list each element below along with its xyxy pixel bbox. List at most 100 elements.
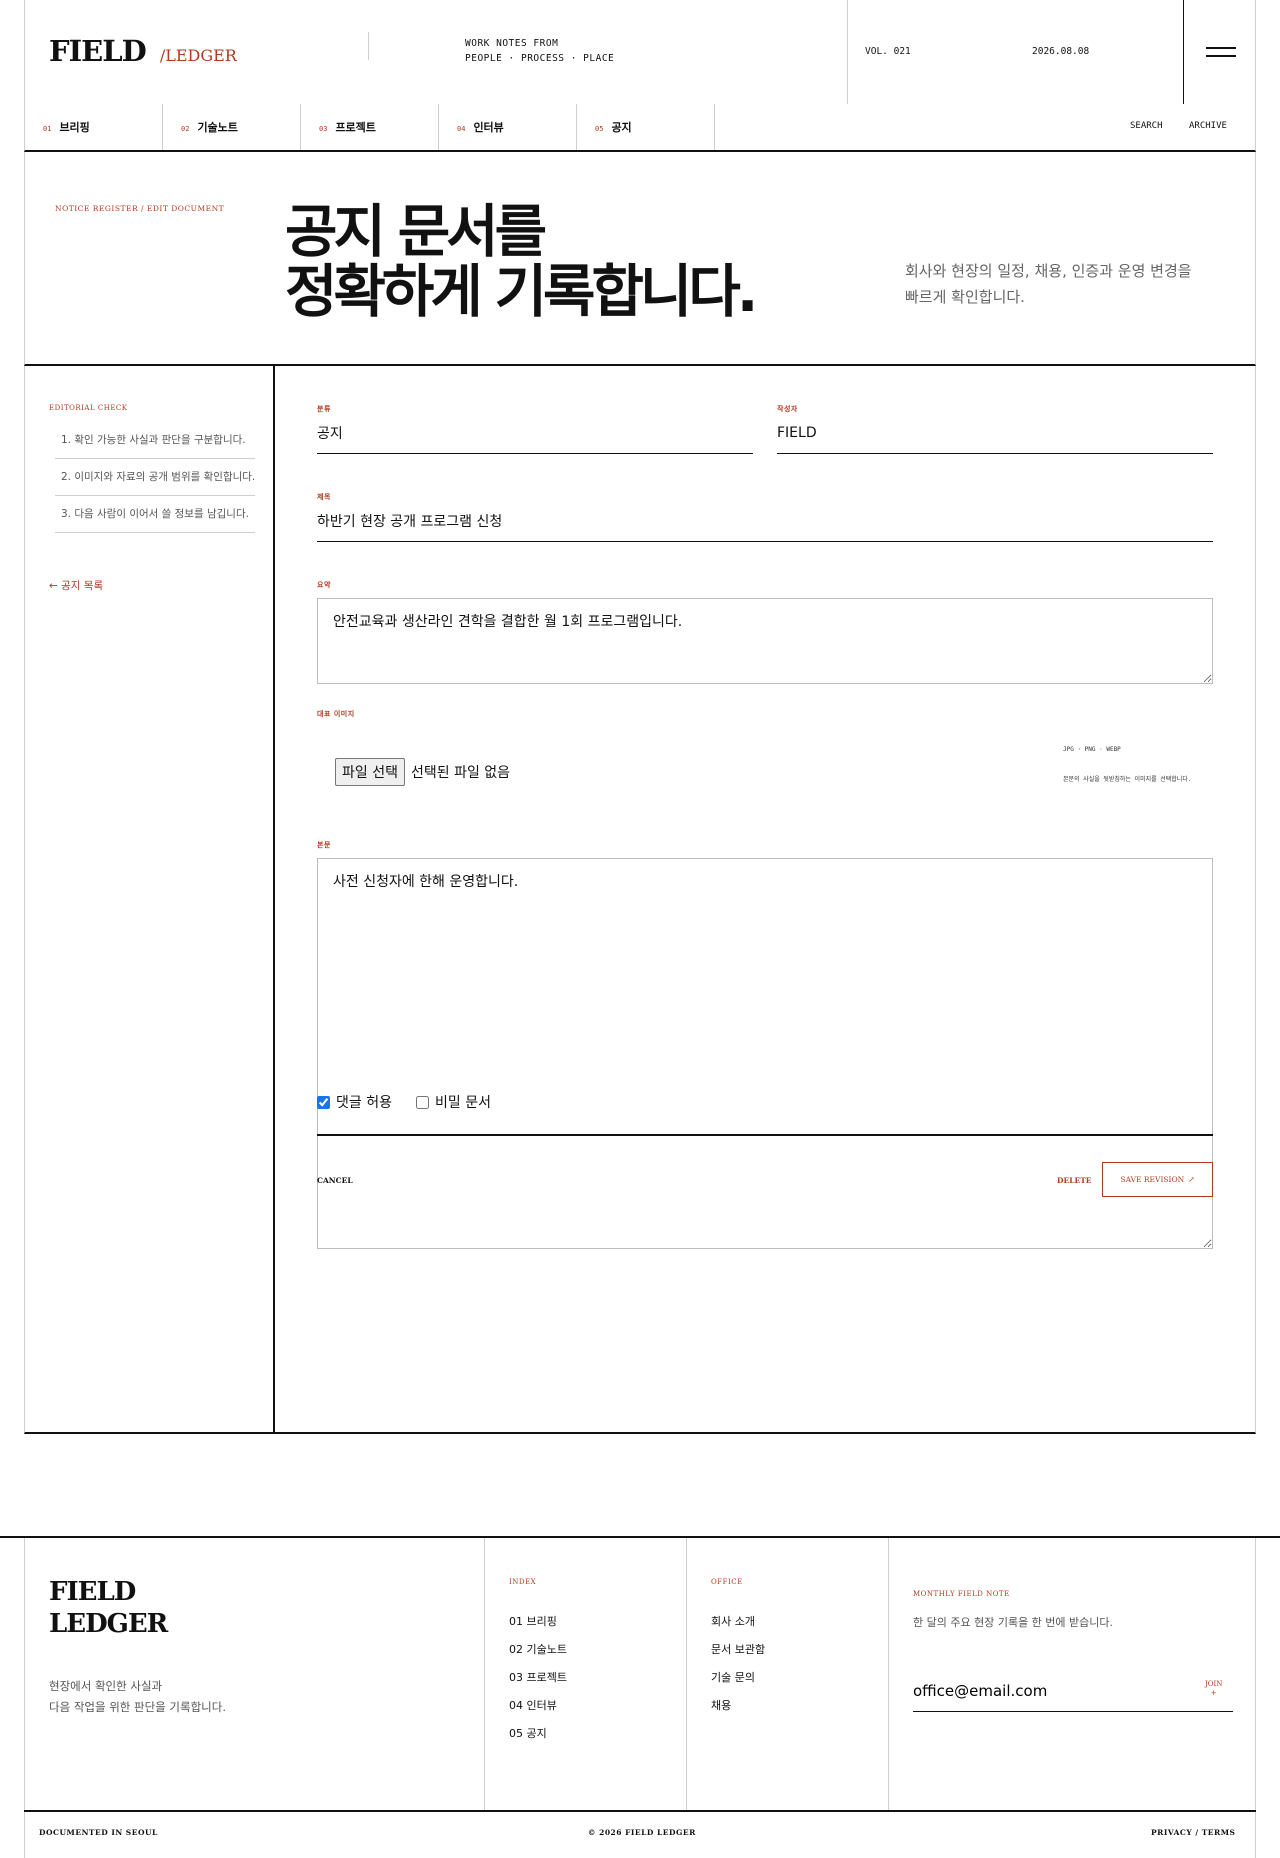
file-hint: 본문의 사실을 뒷받침하는 이미지를 선택합니다. xyxy=(1063,776,1192,783)
allow-comments-option[interactable]: 댓글 허용 xyxy=(317,1092,392,1112)
footer-office-link[interactable]: 회사 소개 xyxy=(711,1608,765,1636)
issue-date: 2026.08.08 xyxy=(1032,46,1090,57)
nav-num: 01 xyxy=(43,124,52,133)
footer-index-link[interactable]: 05 공지 xyxy=(509,1720,567,1748)
body-label: 본문 xyxy=(317,840,331,849)
footer-desc-line2: 다음 작업을 위한 판단을 기록합니다. xyxy=(49,1700,226,1714)
breadcrumb: NOTICE REGISTER / EDIT DOCUMENT xyxy=(55,204,225,213)
nav-label: 브리핑 xyxy=(59,121,90,134)
footer-desc-line1: 현장에서 확인한 사실과 xyxy=(49,1679,163,1693)
page-hero: NOTICE REGISTER / EDIT DOCUMENT 공지 문서를 정… xyxy=(24,152,1256,366)
footer-office-link[interactable]: 문서 보관함 xyxy=(711,1636,765,1664)
allow-comments-checkbox[interactable] xyxy=(317,1095,330,1109)
author-input[interactable] xyxy=(777,412,1213,454)
allow-comments-label: 댓글 허용 xyxy=(336,1095,392,1111)
brand-sub: /LEDGER xyxy=(159,46,237,65)
footer-copyright: © 2026 FIELD LEDGER xyxy=(588,1828,696,1837)
header-divider xyxy=(368,32,369,60)
title-line2: 정확하게 기록합니다. xyxy=(285,259,758,325)
main-nav: 01 브리핑 02 기술노트 03 프로젝트 04 인터뷰 05 공지 SEAR… xyxy=(24,104,1256,152)
newsletter-description: 한 달의 주요 현장 기록을 한 번에 받습니다. xyxy=(913,1616,1114,1629)
nav-num: 04 xyxy=(457,124,466,133)
footer-description: 현장에서 확인한 사실과 다음 작업을 위한 판단을 기록합니다. xyxy=(49,1676,226,1718)
hamburger-menu-icon[interactable] xyxy=(1183,0,1257,104)
footer-office-list: 회사 소개 문서 보관함 기술 문의 채용 xyxy=(711,1608,765,1720)
choose-file-button[interactable]: 파일 선택 xyxy=(335,758,405,786)
save-revision-label: SAVE REVISION xyxy=(1120,1175,1185,1184)
tagline-line1: WORK NOTES FROM xyxy=(465,38,559,49)
file-formats: JPG · PNG · WEBP xyxy=(1063,746,1121,753)
delete-button[interactable]: DELETE xyxy=(1057,1176,1092,1185)
summary-textarea[interactable]: 안전교육과 생산라인 견학을 결합한 월 1회 프로그램입니다. xyxy=(317,598,1213,684)
footer-index-list: 01 브리핑 02 기술노트 03 프로젝트 04 인터뷰 05 공지 xyxy=(509,1608,567,1748)
volume-number: VOL. 021 xyxy=(865,46,911,57)
image-file-input: 파일 선택 선택된 파일 없음 xyxy=(335,758,510,786)
privacy-terms-link[interactable]: PRIVACY / TERMS xyxy=(1151,1828,1235,1837)
footer-office-link[interactable]: 기술 문의 xyxy=(711,1664,765,1692)
page-description: 회사와 현장의 일정, 채용, 인증과 운영 변경을 빠르게 확인합니다. xyxy=(905,258,1192,310)
footer-office-column: OFFICE 회사 소개 문서 보관함 기술 문의 채용 xyxy=(686,1538,856,1810)
site-header: FIELD /LEDGER WORK NOTES FROM PEOPLE · P… xyxy=(24,0,1256,152)
arrow-up-right-icon: ↗ xyxy=(1188,1175,1195,1184)
footer-brand[interactable]: FIELD LEDGER xyxy=(49,1576,168,1640)
sidebar-label: EDITORIAL CHECK xyxy=(49,404,128,412)
brand-main: FIELD xyxy=(49,34,147,68)
search-link[interactable]: SEARCH xyxy=(1130,121,1163,131)
private-document-checkbox[interactable] xyxy=(415,1095,429,1109)
checklist-item: 2. 이미지와 자료의 공개 범위를 확인합니다. xyxy=(55,459,255,496)
back-to-list-link[interactable]: ← 공지 목록 xyxy=(49,578,103,593)
menu-line xyxy=(1206,47,1236,49)
document-options: 댓글 허용 비밀 문서 xyxy=(317,1092,491,1112)
editorial-sidebar: EDITORIAL CHECK 1. 확인 가능한 사실과 판단을 구분합니다.… xyxy=(25,366,275,1432)
plus-icon: + xyxy=(1210,1689,1217,1697)
nav-item-projects[interactable]: 03 프로젝트 xyxy=(301,104,439,150)
editor-section: EDITORIAL CHECK 1. 확인 가능한 사실과 판단을 구분합니다.… xyxy=(24,366,1256,1434)
menu-line xyxy=(1206,55,1236,57)
file-requirements: JPG · PNG · WEBP 본문의 사실을 뒷받침하는 이미지를 선택합니… xyxy=(1063,746,1191,783)
site-footer: FIELD LEDGER 현장에서 확인한 사실과 다음 작업을 위한 판단을 … xyxy=(0,1536,1280,1858)
nav-item-notices[interactable]: 05 공지 xyxy=(577,104,715,150)
nav-item-briefing[interactable]: 01 브리핑 xyxy=(25,104,163,150)
newsletter-email-input[interactable] xyxy=(913,1670,1233,1712)
footer-location: DOCUMENTED IN SEOUL xyxy=(39,1828,158,1837)
nav-item-tech-notes[interactable]: 02 기술노트 xyxy=(163,104,301,150)
archive-link[interactable]: ARCHIVE xyxy=(1189,121,1227,131)
save-revision-button[interactable]: SAVE REVISION ↗ xyxy=(1102,1162,1213,1197)
checklist-item: 1. 확인 가능한 사실과 판단을 구분합니다. xyxy=(55,422,255,459)
footer-bottom-bar: DOCUMENTED IN SEOUL © 2026 FIELD LEDGER … xyxy=(24,1810,1256,1858)
newsletter-title: MONTHLY FIELD NOTE xyxy=(913,1590,1010,1598)
private-document-option[interactable]: 비밀 문서 xyxy=(415,1092,491,1112)
nav-label: 기술노트 xyxy=(197,121,238,134)
tagline-line2: PEOPLE · PROCESS · PLACE xyxy=(465,53,615,64)
nav-label: 인터뷰 xyxy=(473,121,504,134)
page-title: 공지 문서를 정확하게 기록합니다. xyxy=(285,202,758,325)
footer-office-title: OFFICE xyxy=(711,1578,743,1586)
nav-num: 02 xyxy=(181,124,190,133)
nav-label: 공지 xyxy=(611,121,632,134)
footer-index-link[interactable]: 02 기술노트 xyxy=(509,1636,567,1664)
newsletter-join-button[interactable]: JOIN + xyxy=(1205,1680,1222,1698)
footer-index-link[interactable]: 01 브리핑 xyxy=(509,1608,567,1636)
nav-item-interviews[interactable]: 04 인터뷰 xyxy=(439,104,577,150)
image-label: 대표 이미지 xyxy=(317,709,355,718)
nav-label: 프로젝트 xyxy=(335,121,376,134)
header-topbar: FIELD /LEDGER WORK NOTES FROM PEOPLE · P… xyxy=(24,0,1256,104)
join-label: JOIN xyxy=(1205,1680,1223,1688)
body-textarea[interactable]: 사전 신청자에 한해 운영합니다. xyxy=(317,858,1213,1249)
brand-logo[interactable]: FIELD /LEDGER xyxy=(49,34,237,68)
nav-num: 03 xyxy=(319,124,328,133)
footer-index-link[interactable]: 03 프로젝트 xyxy=(509,1664,567,1692)
footer-newsletter: MONTHLY FIELD NOTE 한 달의 주요 현장 기록을 한 번에 받… xyxy=(888,1538,1256,1810)
footer-index-link[interactable]: 04 인터뷰 xyxy=(509,1692,567,1720)
footer-index-title: INDEX xyxy=(509,1578,537,1586)
title-input[interactable] xyxy=(317,500,1213,542)
footer-office-link[interactable]: 채용 xyxy=(711,1692,765,1720)
footer-brand-line1: FIELD xyxy=(49,1577,136,1607)
checklist-item: 3. 다음 사람이 이어서 쓸 정보를 남깁니다. xyxy=(55,496,255,533)
category-input[interactable] xyxy=(317,412,753,454)
header-divider xyxy=(847,0,848,104)
cancel-button[interactable]: CANCEL xyxy=(317,1176,353,1185)
desc-line2: 빠르게 확인합니다. xyxy=(905,288,1025,306)
header-tagline: WORK NOTES FROM PEOPLE · PROCESS · PLACE xyxy=(465,36,614,66)
footer-index-column: INDEX 01 브리핑 02 기술노트 03 프로젝트 04 인터뷰 05 공… xyxy=(484,1538,654,1810)
